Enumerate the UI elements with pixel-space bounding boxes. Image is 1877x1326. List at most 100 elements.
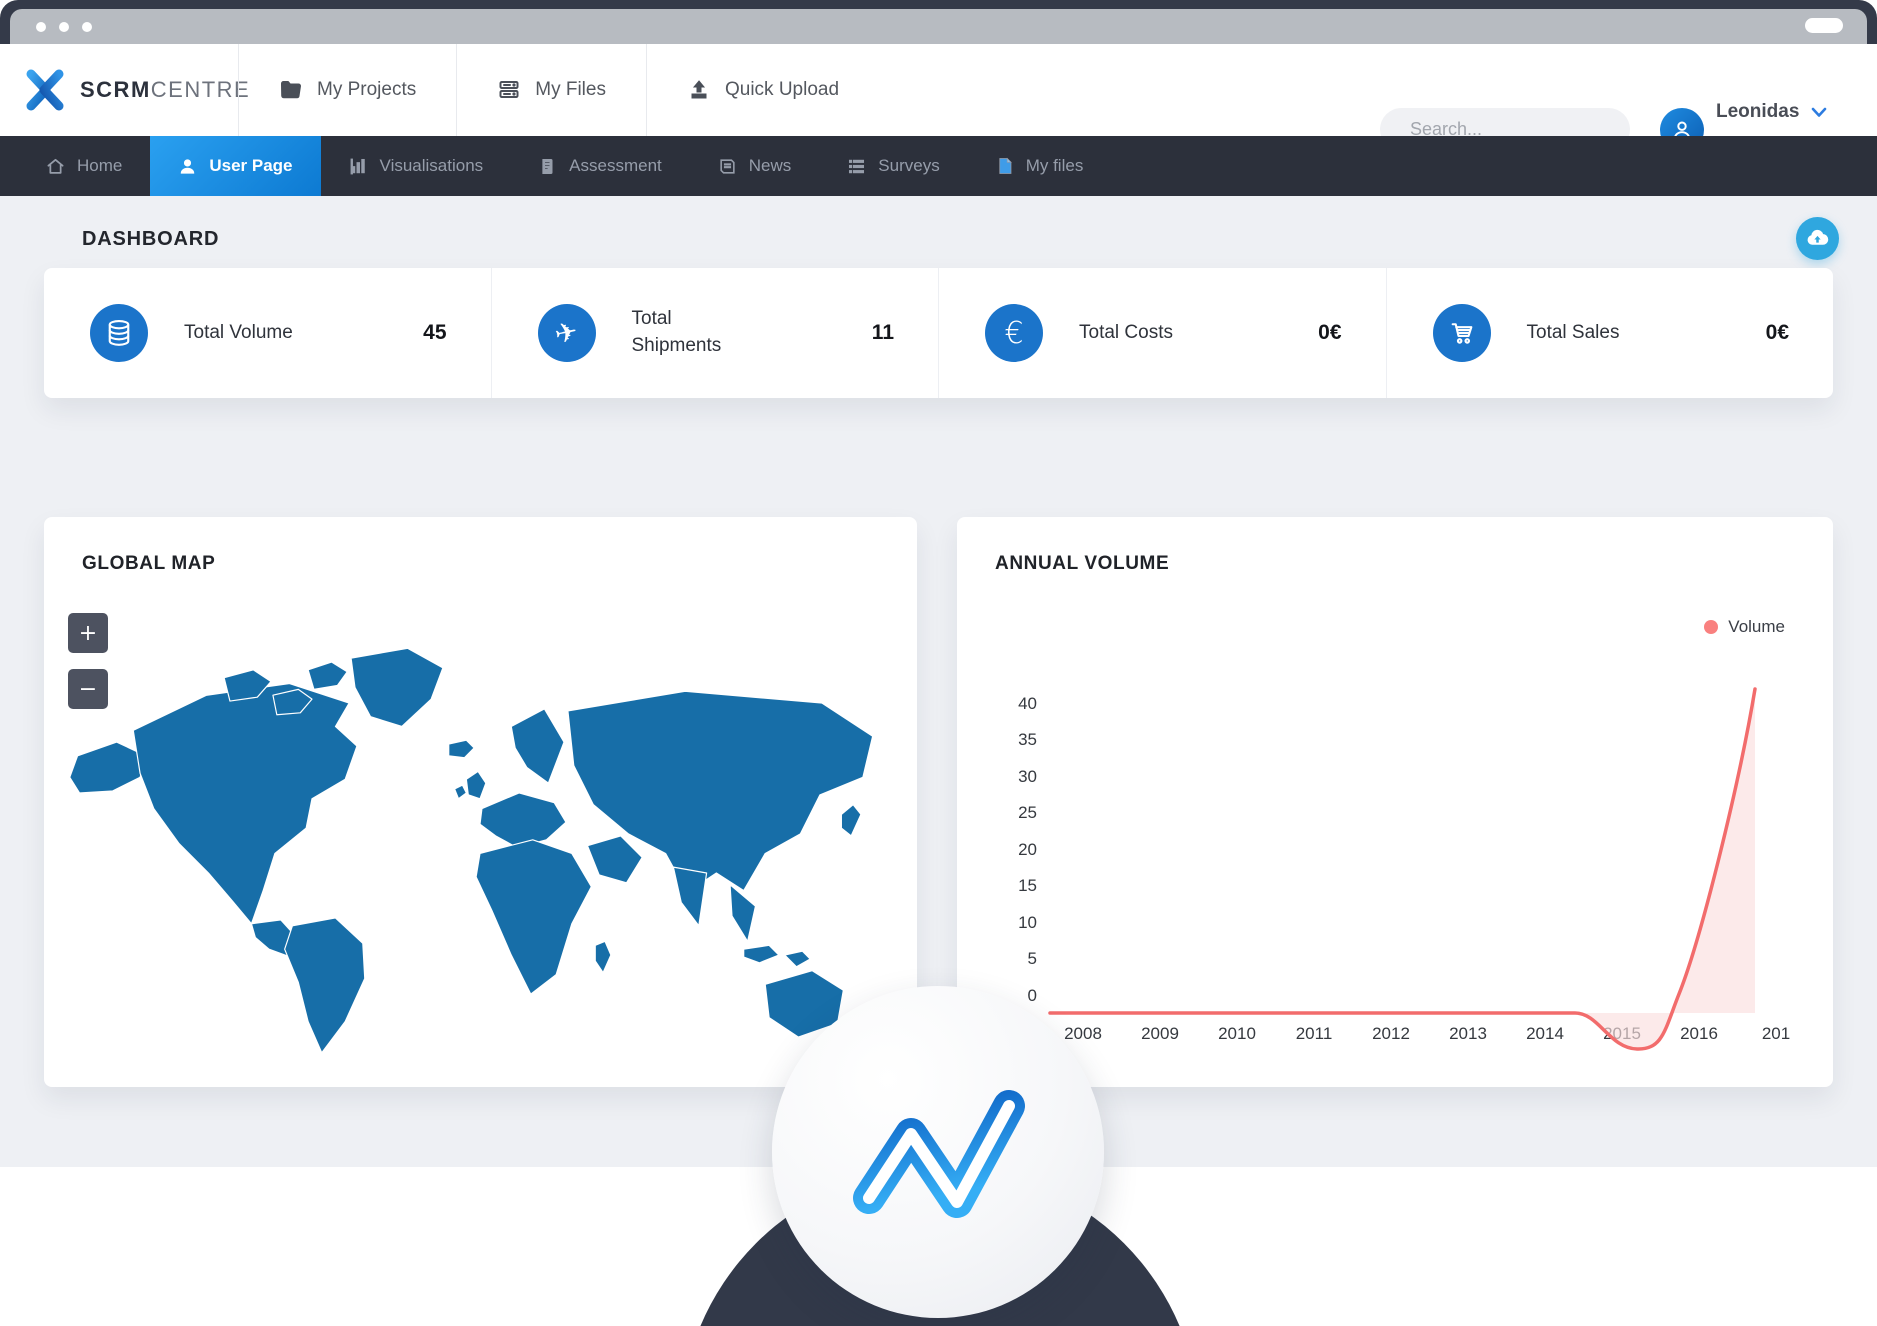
- stats-card: Total Volume 45 ✈ Total Shipments 11 € T…: [44, 268, 1833, 398]
- brand-light: CENTRE: [151, 77, 250, 102]
- bar-chart-icon: [349, 157, 368, 176]
- cloud-upload-icon: [1805, 226, 1830, 251]
- window-control-pill: [1805, 18, 1843, 33]
- scrm-logo-icon: [22, 67, 68, 113]
- stat-label: Total Sales: [1527, 320, 1652, 347]
- menu-label: Quick Upload: [725, 79, 839, 101]
- y-tick: 5: [1028, 949, 1037, 968]
- app-header: SCRMCENTRE My Projects My Files: [0, 44, 1877, 136]
- user-name: Leonidas: [1716, 101, 1799, 123]
- world-map[interactable]: [60, 601, 900, 1061]
- y-tick: 20: [1018, 840, 1037, 859]
- zigzag-chart-icon: [833, 1072, 1043, 1232]
- map-zoom-out-button[interactable]: −: [68, 669, 108, 709]
- list-icon: [847, 157, 866, 176]
- news-icon: [718, 157, 737, 176]
- nav-label: Assessment: [569, 156, 662, 176]
- chevron-down-icon: [1811, 107, 1827, 118]
- nav-my-files[interactable]: My files: [968, 136, 1112, 196]
- cart-icon: [1433, 304, 1491, 362]
- menu-my-files[interactable]: My Files: [456, 44, 646, 136]
- upload-icon: [687, 78, 711, 102]
- document-icon: [539, 157, 557, 176]
- menu-my-projects[interactable]: My Projects: [238, 44, 456, 136]
- map-card-title: GLOBAL MAP: [82, 553, 215, 575]
- browser-chrome: [0, 0, 1877, 44]
- map-zoom-in-button[interactable]: +: [68, 613, 108, 653]
- brand-text: SCRMCENTRE: [80, 77, 250, 103]
- stat-label: Total Shipments: [632, 306, 757, 359]
- stat-label: Total Volume: [184, 320, 309, 347]
- window-dots: [36, 22, 92, 32]
- nav-label: My files: [1026, 156, 1084, 176]
- y-tick: 25: [1018, 803, 1037, 822]
- x-tick: 2009: [1141, 1024, 1179, 1043]
- cloud-upload-button[interactable]: [1796, 217, 1839, 260]
- y-tick: 0: [1028, 986, 1037, 1005]
- nav-label: User Page: [209, 156, 292, 176]
- stat-total-volume: Total Volume 45: [44, 268, 491, 398]
- volume-area: [1575, 689, 1755, 1049]
- plane-icon: ✈: [538, 304, 596, 362]
- legend-label: Volume: [1728, 617, 1785, 637]
- page-title: DASHBOARD: [82, 228, 219, 251]
- legend-dot: [1704, 620, 1718, 634]
- nav-news[interactable]: News: [690, 136, 820, 196]
- chart-badge: [772, 986, 1104, 1318]
- stat-value: 0€: [1318, 321, 1341, 345]
- file-icon: [996, 156, 1014, 176]
- x-tick: 2013: [1449, 1024, 1487, 1043]
- window-dot: [59, 22, 69, 32]
- stat-label: Total Costs: [1079, 320, 1204, 347]
- annual-volume-card: ANNUAL VOLUME Volume 40 35 30 25 20 15 1…: [957, 517, 1833, 1087]
- window-dot: [82, 22, 92, 32]
- volume-line: [1050, 689, 1755, 1049]
- nav-home[interactable]: Home: [18, 136, 150, 196]
- nav-label: Visualisations: [380, 156, 484, 176]
- nav-label: Surveys: [878, 156, 939, 176]
- browser-titlebar: [10, 9, 1867, 44]
- x-tick: 2012: [1372, 1024, 1410, 1043]
- menu-label: My Files: [535, 79, 606, 101]
- stat-value: 11: [872, 321, 894, 345]
- menu-label: My Projects: [317, 79, 416, 101]
- annual-volume-chart: 40 35 30 25 20 15 10 5 0 2008 2009 2010 …: [987, 667, 1807, 1067]
- x-tick: 2010: [1218, 1024, 1256, 1043]
- nav-label: News: [749, 156, 792, 176]
- server-icon: [497, 78, 521, 102]
- stat-total-sales: Total Sales 0€: [1386, 268, 1834, 398]
- stat-total-shipments: ✈ Total Shipments 11: [491, 268, 939, 398]
- menu-quick-upload[interactable]: Quick Upload: [646, 44, 879, 136]
- nav-visualisations[interactable]: Visualisations: [321, 136, 512, 196]
- home-icon: [46, 157, 65, 176]
- x-tick: 2014: [1526, 1024, 1564, 1043]
- nav-label: Home: [77, 156, 122, 176]
- nav-assessment[interactable]: Assessment: [511, 136, 690, 196]
- folder-icon: [279, 78, 303, 102]
- brand[interactable]: SCRMCENTRE: [22, 44, 250, 136]
- window-dot: [36, 22, 46, 32]
- stat-value: 45: [423, 321, 446, 345]
- y-tick: 30: [1018, 767, 1037, 786]
- brand-bold: SCRM: [80, 77, 151, 102]
- y-tick: 40: [1018, 694, 1037, 713]
- chart-legend[interactable]: Volume: [1704, 617, 1785, 637]
- chart-card-title: ANNUAL VOLUME: [995, 553, 1169, 575]
- screen: SCRMCENTRE My Projects My Files: [0, 0, 1877, 1326]
- user-icon: [178, 157, 197, 176]
- nav-surveys[interactable]: Surveys: [819, 136, 967, 196]
- x-tick: 2016: [1680, 1024, 1718, 1043]
- y-tick: 15: [1018, 876, 1037, 895]
- y-tick: 10: [1018, 913, 1037, 932]
- x-tick: 201: [1762, 1024, 1790, 1043]
- nav-user-page[interactable]: User Page: [150, 136, 320, 196]
- main-nav: Home User Page Visualisations Assessment: [0, 136, 1877, 196]
- euro-icon: €: [985, 304, 1043, 362]
- x-tick: 2008: [1064, 1024, 1102, 1043]
- header-menu: My Projects My Files Quick Upload: [238, 44, 879, 136]
- x-tick: 2011: [1296, 1024, 1333, 1043]
- stat-total-costs: € Total Costs 0€: [938, 268, 1386, 398]
- stat-value: 0€: [1766, 321, 1789, 345]
- y-tick: 35: [1018, 730, 1037, 749]
- global-map-card: GLOBAL MAP + −: [44, 517, 917, 1087]
